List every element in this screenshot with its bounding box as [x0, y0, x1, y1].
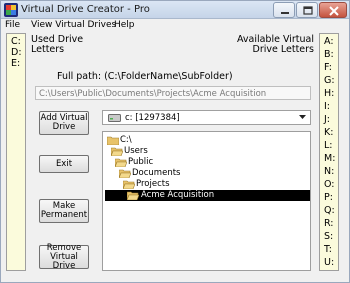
available-letter[interactable]: G: [324, 75, 335, 86]
available-letter[interactable]: Q: [324, 205, 335, 216]
menu-bar: File View Virtual Drives Help [1, 19, 349, 33]
tree-node-label: Documents [132, 168, 181, 178]
available-letter[interactable]: A: [324, 36, 334, 47]
app-icon [4, 3, 18, 17]
folder-open-icon [119, 169, 131, 178]
available-letter[interactable]: O: [324, 179, 335, 190]
window-title: Virtual Drive Creator - Pro [21, 4, 150, 15]
tree-node-label: Public [128, 157, 154, 167]
used-letter[interactable]: D: [11, 47, 22, 58]
tree-node-label: Projects [136, 179, 170, 189]
menu-help[interactable]: Help [114, 20, 135, 30]
drive-select-value: c: [1297384] [125, 113, 180, 123]
tree-node-projects[interactable]: Projects [123, 179, 243, 190]
tree-node-acme-acquisition[interactable]: Acme Acquisition [105, 190, 310, 201]
folder-open-icon [123, 180, 135, 189]
make-permanent-button[interactable]: Make Permanent [39, 199, 89, 223]
add-virtual-drive-button[interactable]: Add Virtual Drive [39, 111, 89, 135]
chevron-down-icon [299, 115, 306, 119]
available-letter[interactable]: K: [324, 127, 333, 138]
folder-open-icon [111, 147, 123, 156]
tree-node-label: Users [124, 146, 148, 156]
full-path-field[interactable]: C:\Users\Public\Documents\Projects\Acme … [35, 86, 311, 100]
folder-icon [107, 136, 119, 145]
available-letter[interactable]: L: [324, 140, 333, 151]
available-letter[interactable]: H: [324, 88, 334, 99]
available-letter[interactable]: J: [324, 114, 330, 125]
exit-button[interactable]: Exit [39, 155, 89, 173]
minimize-button[interactable] [273, 2, 295, 18]
folder-open-icon [127, 191, 139, 200]
available-letter[interactable]: I: [324, 101, 330, 112]
available-letter[interactable]: U: [324, 257, 334, 268]
full-path-label: Full path: (C:\FolderName\SubFolder) [57, 71, 233, 82]
tree-node-label: Acme Acquisition [141, 190, 215, 200]
tree-node-public[interactable]: Public [115, 157, 235, 168]
minimize-icon [281, 12, 289, 14]
used-letter[interactable]: E: [11, 58, 20, 69]
available-letter[interactable]: P: [324, 192, 333, 203]
available-letter[interactable]: T: [324, 244, 332, 255]
app-window: Virtual Drive Creator - Pro File View Vi… [0, 0, 350, 283]
maximize-button[interactable] [296, 2, 318, 18]
tree-node-users[interactable]: Users [111, 146, 231, 157]
drive-select[interactable]: c: [1297384] [102, 110, 311, 125]
used-letter[interactable]: C: [11, 36, 21, 47]
available-letter[interactable]: F: [324, 62, 332, 73]
tree-node-label: C:\ [120, 135, 132, 145]
available-letters-panel: A: B: F: G: H: I: J: K: L: M: N: O: P: Q… [319, 33, 339, 271]
close-icon [329, 6, 339, 16]
hard-drive-icon [108, 114, 121, 122]
remove-virtual-drive-button[interactable]: Remove Virtual Drive [39, 243, 89, 270]
folder-tree: C:\ Users Public Documents Projects Acme… [102, 131, 311, 271]
menu-file[interactable]: File [5, 20, 20, 30]
available-letter[interactable]: S: [324, 231, 333, 242]
available-letter[interactable]: B: [324, 49, 334, 60]
available-letter[interactable]: N: [324, 166, 334, 177]
tree-node-root[interactable]: C:\ [107, 135, 227, 146]
tree-node-documents[interactable]: Documents [119, 168, 239, 179]
close-button[interactable] [319, 2, 347, 18]
available-letters-label: Available Virtual Drive Letters [236, 34, 314, 55]
used-letters-label: Used Drive Letters [31, 34, 84, 55]
available-letter[interactable]: M: [324, 153, 335, 164]
folder-open-icon [115, 158, 127, 167]
used-letters-panel: C: D: E: [6, 33, 26, 271]
title-bar: Virtual Drive Creator - Pro [1, 1, 349, 19]
available-letter[interactable]: R: [324, 218, 334, 229]
menu-view-virtual-drives[interactable]: View Virtual Drives [31, 20, 116, 30]
main-panel: C: D: E: Used Drive Letters Available Vi… [1, 33, 349, 282]
maximize-icon [303, 6, 313, 15]
